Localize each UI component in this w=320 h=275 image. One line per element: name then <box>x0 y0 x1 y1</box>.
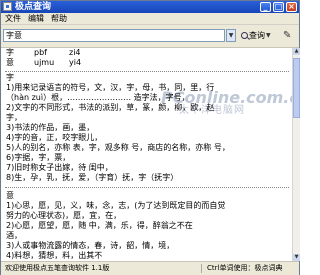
pinyin-code: yi4 <box>69 58 82 67</box>
tools-icon[interactable]: ✎ <box>283 30 291 41</box>
result-area: 字 pbf zi4 意 ujmu yi4 PConline.com.cn 太平洋… <box>1 48 292 261</box>
window-title: 极点查询 <box>15 2 52 12</box>
definition-line: 4)料想，猜想，料，出其不 <box>6 251 103 260</box>
status-bar: 欢迎使用极点五笔查询软件 1.1版 Ctrl单词使用：极点词典 <box>1 261 299 275</box>
scroll-thumb[interactable] <box>293 58 300 118</box>
status-dictionary: Ctrl单词使用：极点词典 <box>207 264 283 272</box>
definition-head: 字 <box>6 73 14 82</box>
app-icon <box>3 2 12 11</box>
divider <box>5 71 289 72</box>
query-dropdown-button[interactable]: ▼ <box>226 29 236 42</box>
definition-line: 8)生，孕，乳，抚，爱，（字育）抚，字（抚字） <box>6 173 179 182</box>
definition-line: 酒， <box>6 231 22 240</box>
maximize-button[interactable]: □ <box>273 2 284 12</box>
divider <box>5 187 289 188</box>
query-input[interactable] <box>3 29 225 42</box>
definition-line: 5)人的别名，亦称 表，字，观多称 号，商店的名称，亦称 号， <box>6 143 230 152</box>
definition-line: 字， <box>6 113 22 122</box>
definition-line: 2)心愿，愿望，愿，随 中，满，乐，得，醉翁之不在 <box>6 221 193 230</box>
menu-help[interactable]: 帮助 <box>51 13 67 24</box>
definition-line: 2)文字的不同形式，书法的派别，草，篆，颜，柳，欧，赵 <box>6 103 215 112</box>
vertical-scrollbar[interactable]: ▲ ▼ <box>292 48 300 261</box>
menu-bar: 文件 编辑 帮助 <box>1 13 299 25</box>
status-welcome: 欢迎使用极点五笔查询软件 1.1版 <box>5 264 110 272</box>
code-char: 字 <box>6 48 14 57</box>
definition-line: 6)字据，字，票， <box>6 153 71 162</box>
status-separator <box>201 264 202 273</box>
definition-line: 3)人或事物流露的情态，春，诗，韶，情，境， <box>6 241 175 250</box>
scroll-up-icon[interactable]: ▲ <box>293 48 300 55</box>
wubi-code: ujmu <box>34 58 55 67</box>
toolbar: ▼ 查询 ▼ ✎ <box>1 25 299 48</box>
query-button-label: 查询 <box>249 31 265 40</box>
title-bar: 极点查询 _ □ × <box>1 1 299 13</box>
definition-line: 努力的心理状态)，愿，宜，在， <box>6 211 122 220</box>
menu-file[interactable]: 文件 <box>5 13 21 24</box>
definition-line: 4)字的音，正，咬字眼儿， <box>6 133 103 142</box>
app-window: 极点查询 _ □ × 文件 编辑 帮助 ▼ 查询 ▼ ✎ 字 pbf zi4 意… <box>0 0 300 275</box>
chevron-down-icon: ▼ <box>266 32 271 39</box>
scroll-down-icon[interactable]: ▼ <box>293 254 300 261</box>
close-button[interactable]: × <box>286 2 297 12</box>
definition-line: （hàn zuì）根，…………………… 造字法，字号， <box>6 93 190 102</box>
code-char: 意 <box>6 58 14 67</box>
definition-line: 7)旧时称女子出嫁，待 闺中， <box>6 163 113 172</box>
definition-line: 3)书法的作品，画，墨， <box>6 123 95 132</box>
pinyin-code: zi4 <box>69 48 81 57</box>
definition-line: 1)用来记录语言的符号，文，汉，字，母，书，同，里，行 <box>6 83 215 92</box>
wubi-code: pbf <box>34 48 47 57</box>
definition-head: 意 <box>6 191 14 200</box>
menu-edit[interactable]: 编辑 <box>28 13 44 24</box>
minimize-button[interactable]: _ <box>260 2 271 12</box>
query-button[interactable]: 查询 ▼ <box>239 29 273 42</box>
search-icon <box>241 32 248 39</box>
definition-line: 1)心思，愿，见，义，味，念，志，(为了达到既定目的而自觉 <box>6 201 226 210</box>
